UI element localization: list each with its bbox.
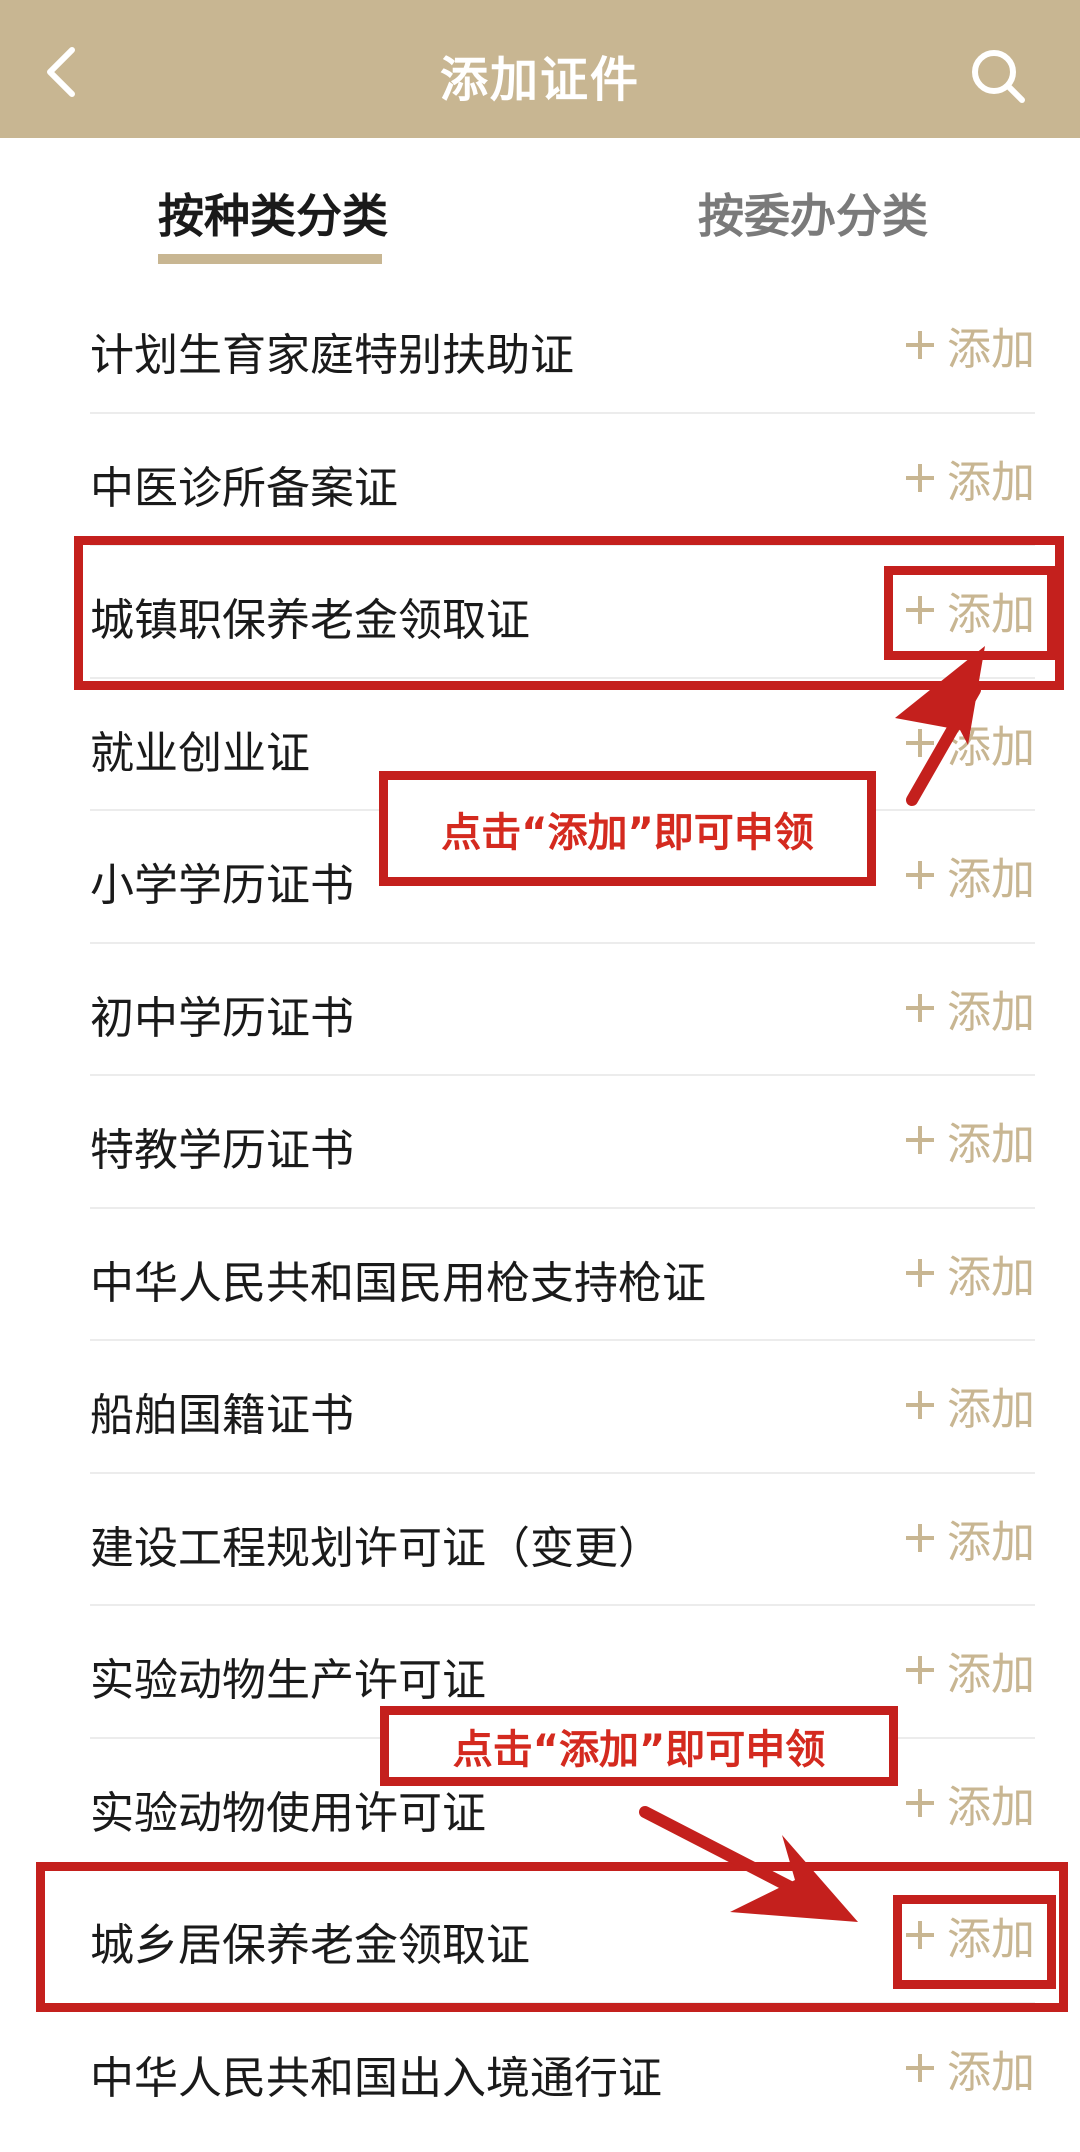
certificate-name: 实验动物生产许可证 xyxy=(90,1655,486,1706)
plus-icon xyxy=(906,1656,934,1684)
list-item: 中医诊所备案证 添加 xyxy=(0,414,1080,546)
add-button[interactable]: 添加 xyxy=(905,1112,1035,1170)
add-button[interactable]: 添加 xyxy=(905,847,1035,905)
plus-icon xyxy=(906,1523,934,1552)
add-button[interactable]: 添加 xyxy=(905,2040,1035,2098)
plus-icon xyxy=(906,1258,934,1287)
plus-icon xyxy=(906,728,934,757)
list-item: 计划生育家庭特别扶助证 添加 xyxy=(0,281,1080,414)
add-button-label: 添加 xyxy=(947,2046,1035,2098)
add-button[interactable]: 添加 xyxy=(905,980,1035,1038)
add-button-label: 添加 xyxy=(947,1251,1035,1303)
add-button-label: 添加 xyxy=(947,1649,1035,1700)
search-icon xyxy=(972,50,1025,103)
add-button[interactable]: 添加 xyxy=(905,1245,1035,1303)
add-button-label: 添加 xyxy=(947,1119,1035,1170)
plus-icon xyxy=(906,1788,934,1817)
tab-by-department[interactable]: 按委办分类 xyxy=(698,180,928,246)
list-item: 中华人民共和国出入境通行证 添加 xyxy=(0,2004,1080,2137)
certificate-name: 实验动物使用许可证 xyxy=(90,1787,486,1839)
plus-icon xyxy=(906,993,934,1022)
certificate-name: 特教学历证书 xyxy=(90,1125,354,1176)
add-button-label: 添加 xyxy=(947,1781,1035,1833)
add-button[interactable]: 添加 xyxy=(905,1377,1035,1435)
add-button-label: 添加 xyxy=(947,854,1035,905)
add-button-label: 添加 xyxy=(947,1516,1035,1568)
add-button[interactable]: 添加 xyxy=(905,1775,1035,1833)
highlight-box-add-button xyxy=(893,1895,1056,1989)
list-item: 初中学历证书 添加 xyxy=(0,944,1080,1076)
plus-icon xyxy=(906,1126,934,1154)
add-button[interactable]: 添加 xyxy=(905,450,1035,508)
plus-icon xyxy=(906,2053,934,2082)
annotation-label: 点击“添加”即可申领 xyxy=(379,771,876,886)
add-button-label: 添加 xyxy=(947,1384,1035,1435)
certificate-name: 中华人民共和国出入境通行证 xyxy=(90,2052,662,2104)
certificate-name: 建设工程规划许可证（变更） xyxy=(90,1522,662,1574)
add-button[interactable]: 添加 xyxy=(905,317,1035,375)
certificate-name: 就业创业证 xyxy=(90,727,310,779)
tab-by-type[interactable]: 按种类分类 xyxy=(158,180,388,246)
certificate-name: 中华人民共和国民用枪支持枪证 xyxy=(90,1257,706,1309)
plus-icon xyxy=(906,1391,934,1419)
add-button-label: 添加 xyxy=(947,456,1035,508)
add-button[interactable]: 添加 xyxy=(905,1510,1035,1568)
add-button[interactable]: 添加 xyxy=(905,1642,1035,1700)
page-title: 添加证件 xyxy=(439,52,640,108)
add-button-label: 添加 xyxy=(947,721,1035,773)
list-item: 船舶国籍证书 添加 xyxy=(0,1341,1080,1474)
list-item: 特教学历证书 添加 xyxy=(0,1076,1080,1209)
annotation-label: 点击“添加”即可申领 xyxy=(380,1706,898,1786)
search-button[interactable] xyxy=(968,46,1028,106)
certificate-name: 初中学历证书 xyxy=(90,992,354,1044)
certificate-name: 小学学历证书 xyxy=(90,860,354,911)
list-item: 建设工程规划许可证（变更） 添加 xyxy=(0,1474,1080,1606)
plus-icon xyxy=(906,463,934,492)
certificate-name: 船舶国籍证书 xyxy=(90,1390,354,1441)
active-tab-indicator xyxy=(158,254,382,264)
add-button-label: 添加 xyxy=(947,986,1035,1038)
plus-icon xyxy=(906,861,934,889)
highlight-box-add-button xyxy=(884,566,1056,660)
list-item: 中华人民共和国民用枪支持枪证 添加 xyxy=(0,1209,1080,1341)
certificate-name: 中医诊所备案证 xyxy=(90,462,398,514)
add-button-label: 添加 xyxy=(947,324,1035,375)
add-button[interactable]: 添加 xyxy=(905,715,1035,773)
app-header: 添加证件 xyxy=(0,0,1080,138)
plus-icon xyxy=(906,331,934,359)
certificate-name: 计划生育家庭特别扶助证 xyxy=(90,330,574,381)
